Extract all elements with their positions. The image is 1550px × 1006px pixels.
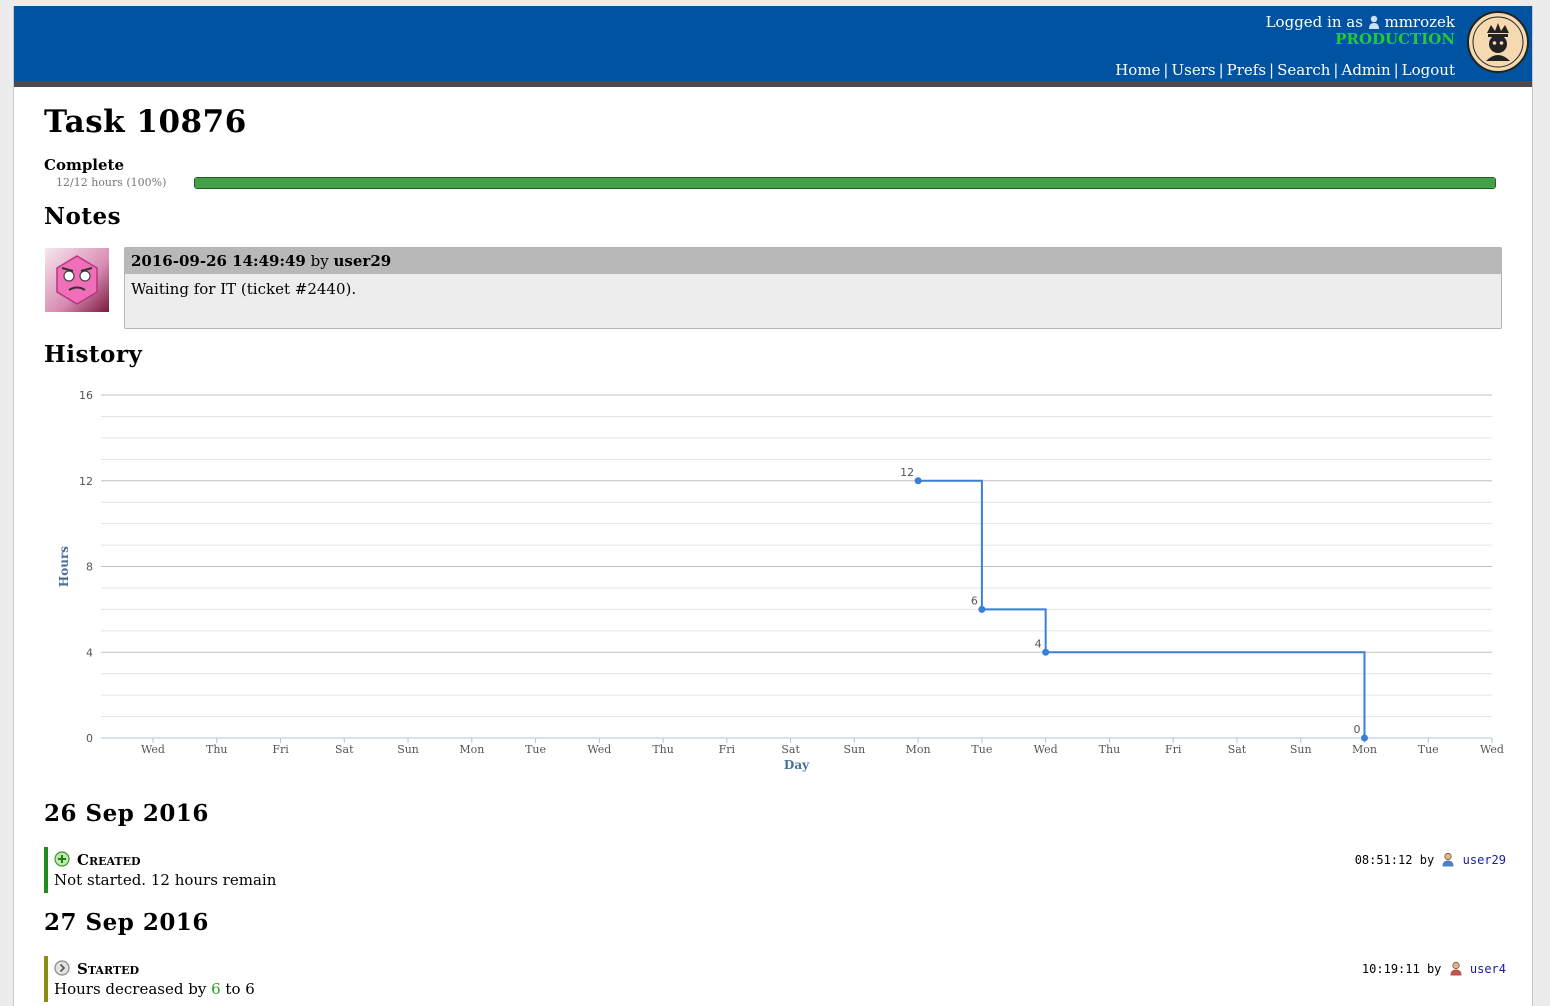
username: mmrozek <box>1384 13 1455 31</box>
event-text-mid: to <box>225 980 241 998</box>
nav-separator: | <box>1393 61 1399 79</box>
x-tick-label: Thu <box>1099 743 1121 756</box>
data-label: 0 <box>1353 723 1360 736</box>
event-meta: 10:19:11 by user4 <box>1362 961 1506 976</box>
task-status: Complete <box>44 156 125 174</box>
x-tick-label: Sat <box>1228 743 1247 756</box>
data-point <box>978 605 986 613</box>
event-by-label: by <box>1419 853 1435 867</box>
user-icon <box>1442 852 1454 867</box>
history-heading: History <box>44 341 143 368</box>
x-tick-label: Mon <box>1352 743 1377 756</box>
nav-prefs-link[interactable]: Prefs <box>1227 61 1266 79</box>
play-circle-icon <box>54 960 70 976</box>
x-tick-label: Wed <box>141 743 165 756</box>
x-tick-label: Thu <box>652 743 674 756</box>
data-label: 12 <box>900 466 914 479</box>
top-header: Logged in as mmrozek PRODUCTION Home | Use… <box>14 6 1532 87</box>
y-axis-title: Hours <box>57 546 71 587</box>
data-label: 4 <box>1035 637 1042 650</box>
y-tick-label: 0 <box>86 732 93 745</box>
nav-users-link[interactable]: Users <box>1171 61 1215 79</box>
nav-home-link[interactable]: Home <box>1115 61 1160 79</box>
environment-label: PRODUCTION <box>1335 30 1455 48</box>
event-time: 08:51:12 <box>1354 853 1413 867</box>
history-event-started: Started Hours decreased by 6 to 6 10:19:… <box>44 956 1506 1002</box>
x-tick-label: Mon <box>906 743 931 756</box>
note-card: 2016-09-26 14:49:49 by user29 Waiting fo… <box>124 247 1502 329</box>
event-description: Hours decreased by 6 to 6 <box>54 980 255 998</box>
history-chart: 0 4 8 12 16 Wed Thu Fri Sat Sun Mon Tue Wed Thu Fri Sat… <box>57 389 1504 772</box>
x-tick-label: Fri <box>719 743 736 756</box>
event-description: Not started. 12 hours remain <box>54 871 277 889</box>
event-time: 10:19:11 <box>1361 962 1420 976</box>
nav-search-link[interactable]: Search <box>1277 61 1330 79</box>
x-axis-title: Day <box>784 758 810 772</box>
x-tick-label: Wed <box>1034 743 1058 756</box>
x-tick-label: Fri <box>272 743 289 756</box>
event-type: Started <box>77 960 140 978</box>
event-text-prefix: Hours decreased by <box>54 980 207 998</box>
app-logo[interactable] <box>1467 11 1529 73</box>
x-tick-label: Mon <box>459 743 484 756</box>
history-event-created: Created Not started. 12 hours remain 08:… <box>44 847 1506 893</box>
note-author: user29 <box>333 252 392 270</box>
add-circle-icon <box>54 851 70 867</box>
main-nav: Home | Users | Prefs | Search | Admin | Logout <box>1115 61 1455 79</box>
x-tick-label: Thu <box>206 743 228 756</box>
data-point <box>1360 734 1368 742</box>
page-frame: Logged in as mmrozek PRODUCTION Home | Use… <box>13 6 1533 1006</box>
event-by-label: by <box>1426 962 1442 976</box>
x-tick-label: Tue <box>525 743 546 756</box>
nav-admin-link[interactable]: Admin <box>1341 61 1390 79</box>
user-icon <box>1450 961 1462 976</box>
logged-in-label: Logged in as <box>1265 13 1363 31</box>
event-meta: 08:51:12 by user29 <box>1355 852 1506 867</box>
y-tick-label: 8 <box>86 561 93 574</box>
event-type: Created <box>77 851 141 869</box>
data-label: 6 <box>971 594 978 607</box>
progress-text: 12/12 hours (100%) <box>56 176 167 189</box>
data-point <box>1042 648 1050 656</box>
y-tick-label: 12 <box>79 475 93 488</box>
x-tick-label: Sun <box>1290 743 1312 756</box>
y-tick-label: 16 <box>79 389 93 402</box>
x-tick-label: Wed <box>587 743 611 756</box>
x-tick-label: Sat <box>335 743 354 756</box>
y-tick-label: 4 <box>86 646 93 659</box>
note-text: Waiting for IT (ticket #2440). <box>131 280 357 298</box>
login-status: Logged in as mmrozek <box>1266 13 1455 31</box>
notes-heading: Notes <box>44 203 122 230</box>
note-by-label: by <box>310 252 329 270</box>
progress-bar <box>194 177 1496 189</box>
nav-separator: | <box>1269 61 1275 79</box>
note-author-avatar <box>45 248 109 312</box>
nav-logout-link[interactable]: Logout <box>1402 61 1455 79</box>
event-new-value: 6 <box>245 980 255 998</box>
history-day-heading: 27 Sep 2016 <box>44 909 209 936</box>
x-tick-label: Fri <box>1165 743 1182 756</box>
user-icon <box>1368 15 1379 29</box>
x-tick-label: Sun <box>844 743 866 756</box>
nav-separator: | <box>1218 61 1224 79</box>
x-tick-label: Tue <box>971 743 992 756</box>
x-tick-label: Sun <box>397 743 419 756</box>
event-user-link[interactable]: user29 <box>1463 853 1506 867</box>
data-point <box>914 477 922 485</box>
nav-separator: | <box>1333 61 1339 79</box>
history-day-heading: 26 Sep 2016 <box>44 800 209 827</box>
x-tick-label: Sat <box>781 743 800 756</box>
x-tick-label: Tue <box>1418 743 1439 756</box>
note-timestamp: 2016-09-26 14:49:49 <box>131 252 306 270</box>
page-title: Task 10876 <box>44 104 247 140</box>
progress-fill <box>195 178 1495 188</box>
nav-separator: | <box>1163 61 1169 79</box>
event-delta: 6 <box>211 980 221 998</box>
event-user-link[interactable]: user4 <box>1470 962 1506 976</box>
x-tick-label: Wed <box>1480 743 1504 756</box>
note-header: 2016-09-26 14:49:49 by user29 <box>125 248 1501 274</box>
